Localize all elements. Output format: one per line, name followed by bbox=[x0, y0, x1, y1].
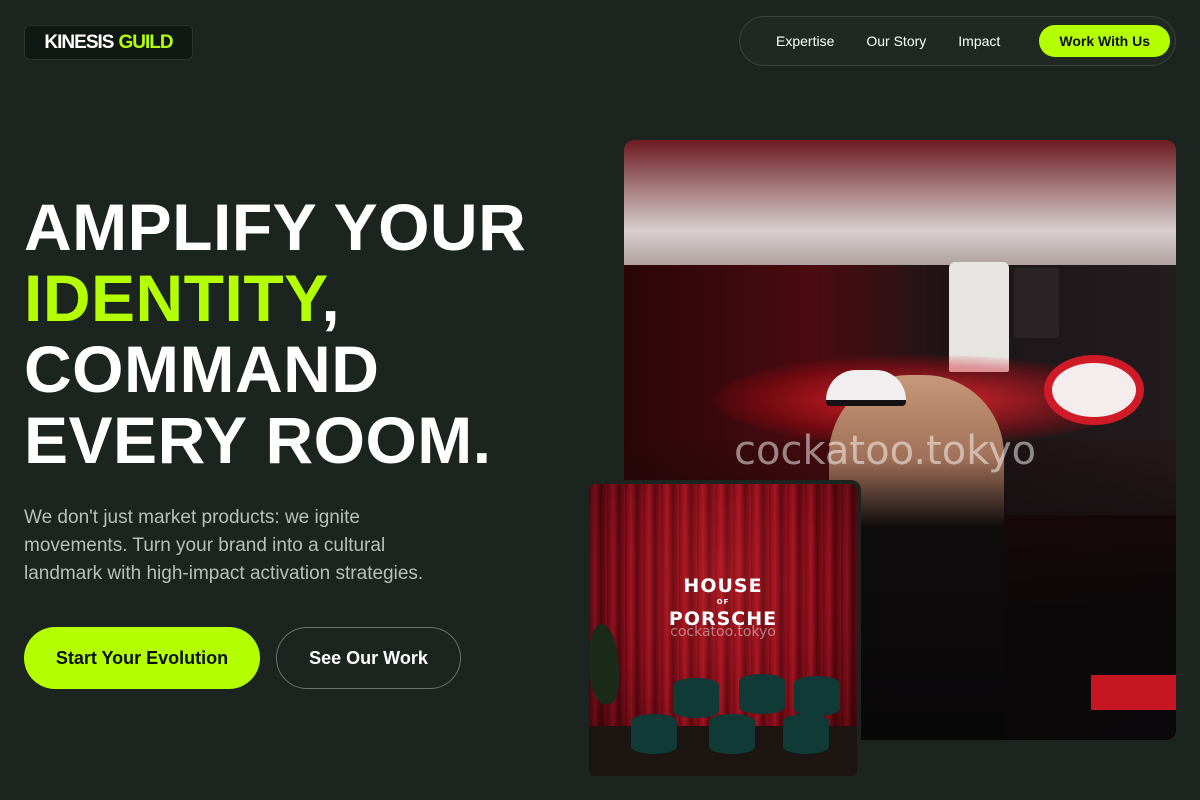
photo-watermark: cockatoo.tokyo bbox=[734, 428, 1037, 474]
nav-link-our-story[interactable]: Our Story bbox=[866, 33, 926, 49]
headline-line-2: IDENTITY, bbox=[24, 263, 526, 334]
person-cap bbox=[826, 370, 906, 406]
event-photo-secondary: HOUSE OF PORSCHE cockatoo.tokyo bbox=[585, 480, 861, 780]
stool bbox=[673, 678, 719, 718]
house-of-porsche-sign: HOUSE OF PORSCHE bbox=[589, 574, 857, 631]
see-our-work-button[interactable]: See Our Work bbox=[276, 627, 461, 689]
hanging-shirt-dark bbox=[1014, 268, 1059, 338]
sign-line-1: HOUSE bbox=[683, 575, 763, 597]
brand-logo[interactable]: KINESIS GUILD bbox=[24, 25, 193, 60]
photo-watermark-secondary: cockatoo.tokyo bbox=[670, 624, 776, 640]
stool bbox=[631, 714, 677, 754]
top-navigation: Expertise Our Story Impact Work With Us bbox=[739, 16, 1176, 66]
headline-line-4: EVERY ROOM. bbox=[24, 403, 492, 477]
start-your-evolution-button[interactable]: Start Your Evolution bbox=[24, 627, 260, 689]
hero-headline: AMPLIFY YOUR IDENTITY, COMMAND EVERY ROO… bbox=[24, 192, 526, 476]
stool bbox=[783, 714, 829, 754]
sign-line-2: OF bbox=[716, 598, 730, 606]
stool bbox=[709, 714, 755, 754]
photo-ceiling bbox=[624, 140, 1176, 270]
brand-name-primary: KINESIS bbox=[44, 31, 114, 53]
brand-name-accent: GUILD bbox=[118, 31, 173, 53]
headline-highlight: IDENTITY bbox=[24, 261, 322, 335]
nav-link-expertise[interactable]: Expertise bbox=[776, 33, 834, 49]
red-box bbox=[1091, 675, 1176, 710]
hero-subtext: We don't just market products: we ignite… bbox=[24, 507, 424, 584]
headline-comma: , bbox=[321, 261, 341, 335]
nav-link-impact[interactable]: Impact bbox=[958, 33, 1000, 49]
stool bbox=[739, 674, 785, 714]
headline-line-3: COMMAND bbox=[24, 332, 380, 406]
raised-cap bbox=[1044, 355, 1144, 425]
headline-line-1: AMPLIFY YOUR bbox=[24, 190, 527, 264]
stool bbox=[794, 676, 840, 716]
work-with-us-button[interactable]: Work With Us bbox=[1039, 25, 1170, 57]
